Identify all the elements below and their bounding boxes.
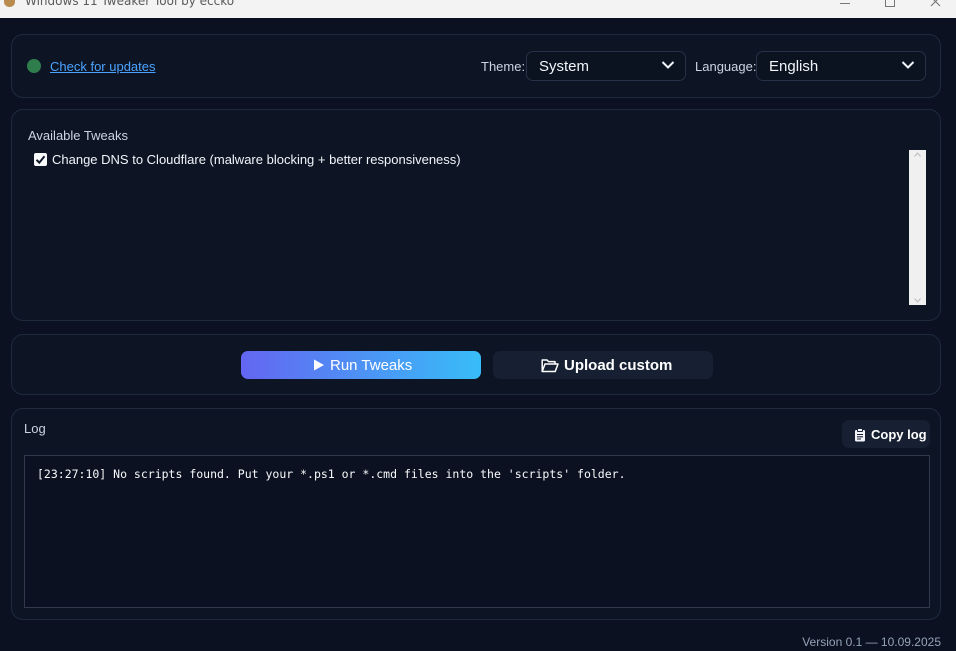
- log-output[interactable]: [23:27:10] No scripts found. Put your *.…: [24, 455, 930, 608]
- version-label: Version 0.1 — 10.09.2025: [802, 635, 941, 649]
- upload-custom-label: Upload custom: [564, 357, 673, 374]
- tweaks-panel: Available Tweaks Change DNS to Cloudflar…: [11, 109, 941, 321]
- tweaks-scrollbar[interactable]: [909, 150, 926, 305]
- theme-select[interactable]: System: [526, 51, 686, 81]
- upload-custom-button[interactable]: Upload custom: [493, 351, 713, 379]
- minimize-button[interactable]: [822, 0, 868, 18]
- scroll-down-icon[interactable]: [914, 298, 921, 303]
- chevron-down-icon: [901, 61, 915, 69]
- log-panel: Log Copy log [23:27:10] No scripts found…: [11, 408, 941, 620]
- check-updates-link[interactable]: Check for updates: [50, 59, 156, 74]
- play-icon: [314, 359, 324, 371]
- close-icon: [930, 0, 941, 7]
- chevron-down-icon: [661, 61, 675, 69]
- folder-open-icon: [541, 359, 559, 373]
- close-button[interactable]: [912, 0, 956, 18]
- theme-label: Theme:: [481, 59, 526, 74]
- actions-panel: Run Tweaks Upload custom: [11, 334, 941, 395]
- clipboard-icon: [855, 428, 865, 442]
- log-title: Log: [24, 421, 46, 436]
- top-bar-panel: Check for updates Theme: System Language…: [11, 34, 941, 98]
- status-dot: [27, 59, 41, 73]
- maximize-icon: [885, 0, 895, 7]
- app-icon: [4, 0, 15, 7]
- scroll-up-icon[interactable]: [914, 152, 921, 157]
- copy-log-button[interactable]: Copy log: [842, 420, 930, 448]
- log-line: [23:27:10] No scripts found. Put your *.…: [37, 467, 626, 481]
- copy-log-label: Copy log: [871, 427, 927, 442]
- minimize-icon: [840, 3, 850, 4]
- tweaks-title: Available Tweaks: [28, 128, 128, 143]
- language-label: Language:: [695, 59, 757, 74]
- run-tweaks-label: Run Tweaks: [330, 357, 413, 374]
- window-title: Windows 11 Tweaker Tool by eccko: [25, 0, 235, 8]
- checkmark-icon: [35, 155, 46, 165]
- tweak-checkbox[interactable]: [34, 153, 47, 166]
- run-tweaks-button[interactable]: Run Tweaks: [241, 351, 481, 379]
- title-bar: Windows 11 Tweaker Tool by eccko: [0, 0, 956, 18]
- language-value: English: [769, 58, 819, 75]
- language-select[interactable]: English: [756, 51, 926, 81]
- theme-value: System: [539, 58, 590, 75]
- maximize-button[interactable]: [867, 0, 913, 18]
- tweak-label: Change DNS to Cloudflare (malware blocki…: [52, 152, 461, 167]
